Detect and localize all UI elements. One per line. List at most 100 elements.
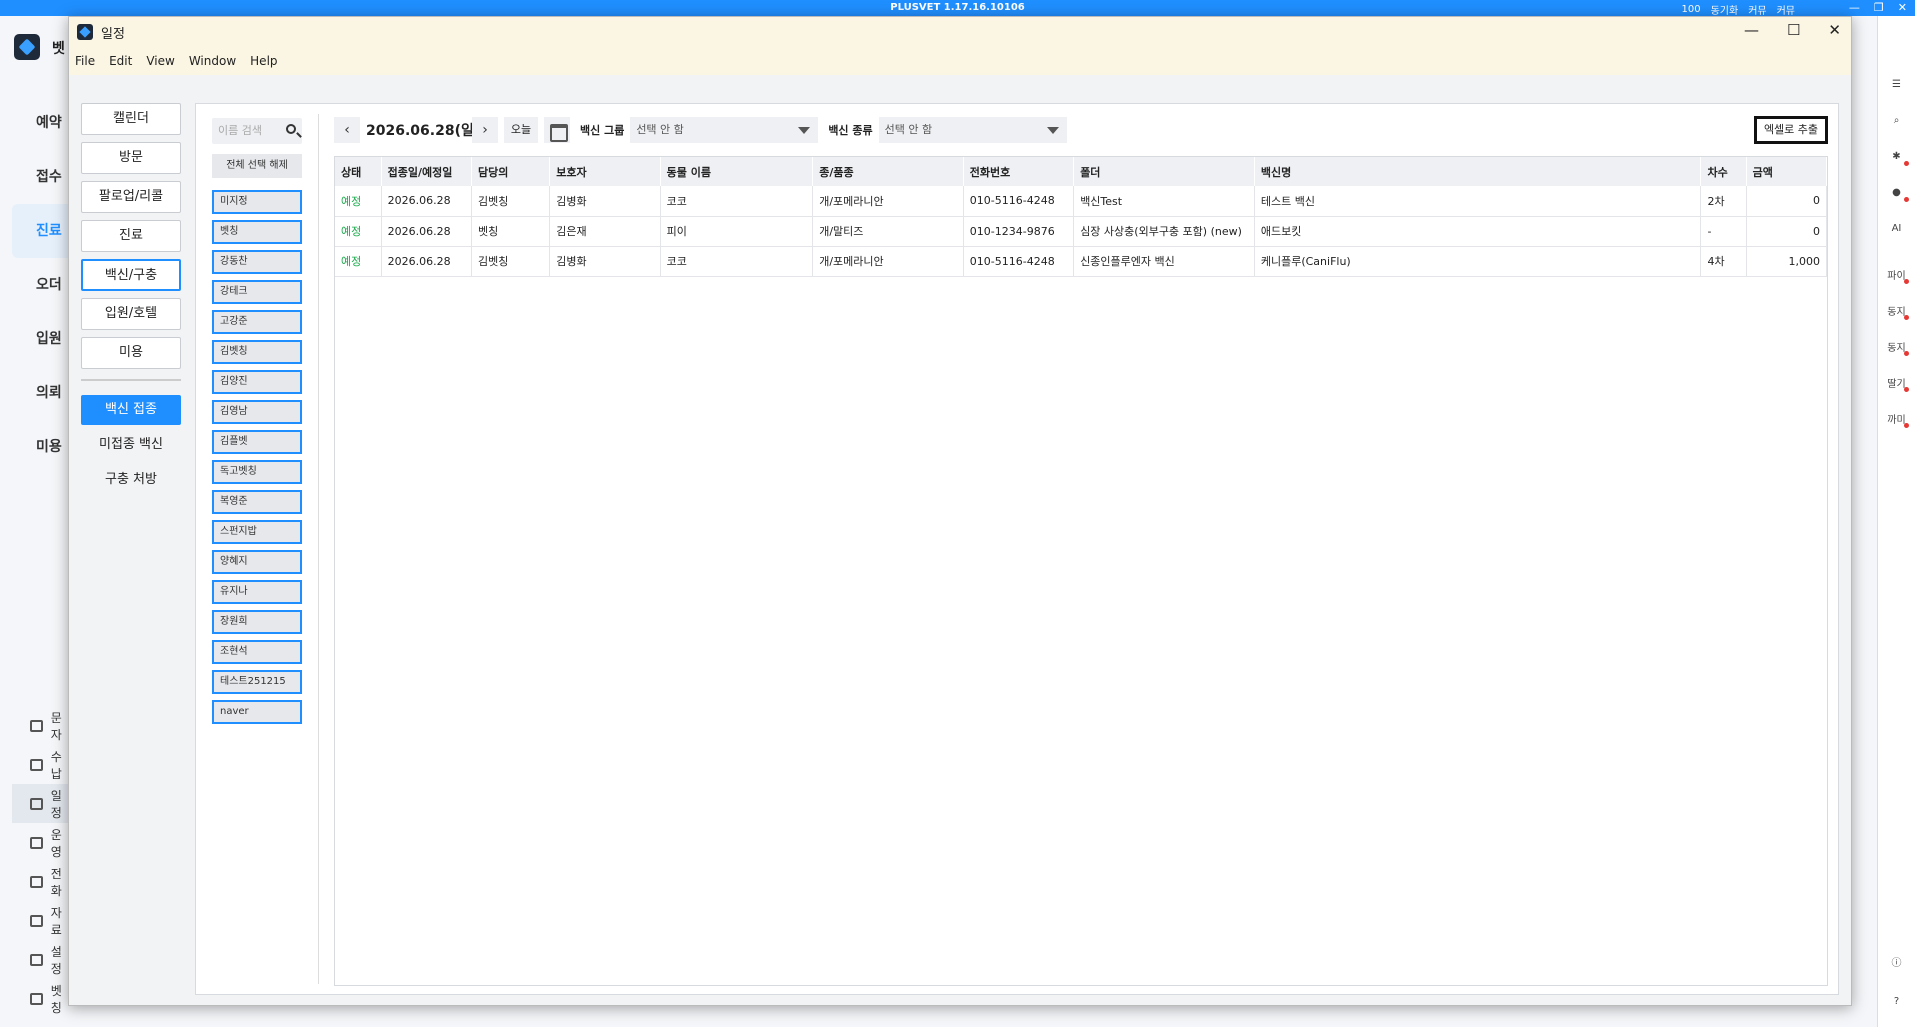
info-icon[interactable]: ⓘ [1878, 943, 1915, 979]
zoom-level[interactable]: 100 [1681, 4, 1700, 15]
category-treatment[interactable]: 진료 [81, 220, 181, 252]
staff-filter-chip[interactable]: 독고벳칭 [212, 460, 302, 484]
sub-nav-item[interactable]: 설정 [0, 940, 70, 979]
column-header[interactable]: 상태 [335, 157, 382, 186]
column-header[interactable]: 폴더 [1073, 157, 1255, 186]
sub-vaccination[interactable]: 백신 접종 [81, 395, 181, 425]
column-header[interactable]: 접종일/예정일 [381, 157, 472, 186]
divider [81, 379, 181, 381]
menu-help[interactable]: Help [250, 54, 277, 68]
nav-item[interactable]: 의뢰 [0, 366, 70, 420]
category-grooming[interactable]: 미용 [81, 337, 181, 369]
column-header[interactable]: 백신명 [1254, 157, 1702, 186]
sub-nav-item[interactable]: 운영 [0, 823, 70, 862]
sub-nav-item[interactable]: 전화 [0, 862, 70, 901]
sub-nav-item[interactable]: 수납 [0, 745, 70, 784]
rail-item[interactable]: 동지 [1878, 292, 1915, 328]
category-hospital[interactable]: 입원/호텔 [81, 298, 181, 330]
column-header[interactable]: 보호자 [549, 157, 661, 186]
table-cell: 개/포메라니안 [812, 186, 964, 217]
column-header[interactable]: 종/품종 [812, 157, 964, 186]
staff-filter-chip[interactable]: 고강준 [212, 310, 302, 334]
column-header[interactable]: 담당의 [471, 157, 551, 186]
restore-icon[interactable]: ❐ [1874, 1, 1884, 14]
sub-nav-item[interactable]: 문자 [0, 706, 70, 745]
category-visit[interactable]: 방문 [81, 142, 181, 174]
sub-nav-item[interactable]: 벳칭 [0, 979, 70, 1018]
window-close-icon[interactable]: ✕ [1828, 21, 1841, 39]
staff-filter-chip[interactable]: 테스트251215 [212, 670, 302, 694]
table-cell: 010-5116-4248 [963, 246, 1075, 277]
chat-icon[interactable]: ● [1878, 174, 1915, 210]
staff-filter-chip[interactable]: 복영준 [212, 490, 302, 514]
rail-item[interactable]: 까미 [1878, 400, 1915, 436]
minimize-icon[interactable]: — [1849, 1, 1860, 14]
table-row[interactable]: 예정 2026.06.28 김벳칭 김병화 코코 개/포메라니안 010-5116-4248… [335, 246, 1828, 277]
column-header[interactable]: 동물 이름 [660, 157, 814, 186]
export-excel-button[interactable]: 엑셀로 추출 [1754, 116, 1828, 144]
search-user-icon[interactable]: ⌕ [1878, 102, 1915, 138]
column-header[interactable]: 금액 [1746, 157, 1828, 186]
staff-filter-chip[interactable]: 김플벳 [212, 430, 302, 454]
sub-nav-item-active[interactable]: 일정 [12, 784, 70, 823]
staff-filter-chip[interactable]: 강테크 [212, 280, 302, 304]
ai-icon[interactable]: AI [1878, 210, 1915, 246]
prev-date-button[interactable]: ‹ [334, 117, 360, 143]
nav-item-active[interactable]: 진료 [12, 204, 70, 258]
paw-icon[interactable]: ✱ [1878, 138, 1915, 174]
staff-filter-chip[interactable]: 김영남 [212, 400, 302, 424]
next-date-button[interactable]: › [472, 117, 498, 143]
today-button[interactable]: 오늘 [504, 117, 538, 143]
contacts-icon[interactable]: ☰ [1878, 66, 1915, 102]
column-header[interactable]: 전화번호 [963, 157, 1075, 186]
staff-filter-chip[interactable]: 조현석 [212, 640, 302, 664]
nav-item[interactable]: 입원 [0, 312, 70, 366]
staff-filter-chip[interactable]: naver [212, 700, 302, 724]
sub-deworming[interactable]: 구충 처방 [81, 465, 181, 495]
table-row[interactable]: 예정 2026.06.28 벳칭 김은재 피이 개/말티즈 010-1234-9876 심장 … [335, 216, 1828, 247]
nav-item[interactable]: 미용 [0, 420, 70, 474]
nav-item[interactable]: 예약 [0, 96, 70, 150]
staff-filter-chip[interactable]: 유지나 [212, 580, 302, 604]
help-icon[interactable]: ? [1878, 983, 1915, 1019]
rail-item[interactable]: 파이 [1878, 256, 1915, 292]
staff-filter-chip[interactable]: 김양진 [212, 370, 302, 394]
table-cell: 개/말티즈 [812, 216, 964, 247]
category-vaccine[interactable]: 백신/구충 [81, 259, 181, 291]
column-header[interactable]: 차수 [1700, 157, 1747, 186]
menu-view[interactable]: View [146, 54, 174, 68]
sub-unvaccinated[interactable]: 미접종 백신 [81, 430, 181, 460]
staff-filter-chip[interactable]: 강동찬 [212, 250, 302, 274]
nav-item[interactable]: 오더 [0, 258, 70, 312]
staff-filter-chip[interactable]: 벳칭 [212, 220, 302, 244]
staff-filter-chip[interactable]: 장원희 [212, 610, 302, 634]
window-minimize-icon[interactable]: — [1744, 21, 1759, 39]
rail-item[interactable]: 동지 [1878, 328, 1915, 364]
calendar-icon[interactable] [544, 117, 570, 143]
sub-nav-item[interactable]: 자료 [0, 901, 70, 940]
menu-window[interactable]: Window [189, 54, 236, 68]
nav-item[interactable]: 접수 [0, 150, 70, 204]
table-cell: 2026.06.28 [381, 246, 472, 277]
category-calendar[interactable]: 캘린더 [81, 103, 181, 135]
category-followup[interactable]: 팔로업/리콜 [81, 181, 181, 213]
rail-item[interactable]: 딸기 [1878, 364, 1915, 400]
table-row[interactable]: 예정 2026.06.28 김벳칭 김병화 코코 개/포메라니안 010-5116-4248… [335, 186, 1828, 217]
staff-filter-chip[interactable]: 양혜지 [212, 550, 302, 574]
alarm-button[interactable]: 커뮤 [1748, 2, 1766, 17]
vaccine-group-select[interactable]: 선택 안 함 [630, 117, 819, 143]
vaccine-type-select[interactable]: 선택 안 함 [878, 117, 1067, 143]
staff-filter-chip[interactable]: 미지정 [212, 190, 302, 214]
staff-search-input[interactable]: 이름 검색 [212, 118, 302, 144]
close-icon[interactable]: ✕ [1898, 1, 1907, 14]
staff-filter-chip[interactable]: 스펀지밥 [212, 520, 302, 544]
search-icon[interactable] [286, 124, 296, 134]
deselect-all-button[interactable]: 전체 선택 해제 [212, 154, 302, 178]
window-maximize-icon[interactable]: ☐ [1787, 21, 1800, 39]
menu-file[interactable]: File [75, 54, 95, 68]
menu-edit[interactable]: Edit [109, 54, 132, 68]
table-cell: 2차 [1700, 186, 1747, 217]
sync-button[interactable]: 동기화 [1711, 2, 1739, 17]
staff-filter-chip[interactable]: 김벳칭 [212, 340, 302, 364]
call-button[interactable]: 커뮤 [1777, 2, 1795, 17]
